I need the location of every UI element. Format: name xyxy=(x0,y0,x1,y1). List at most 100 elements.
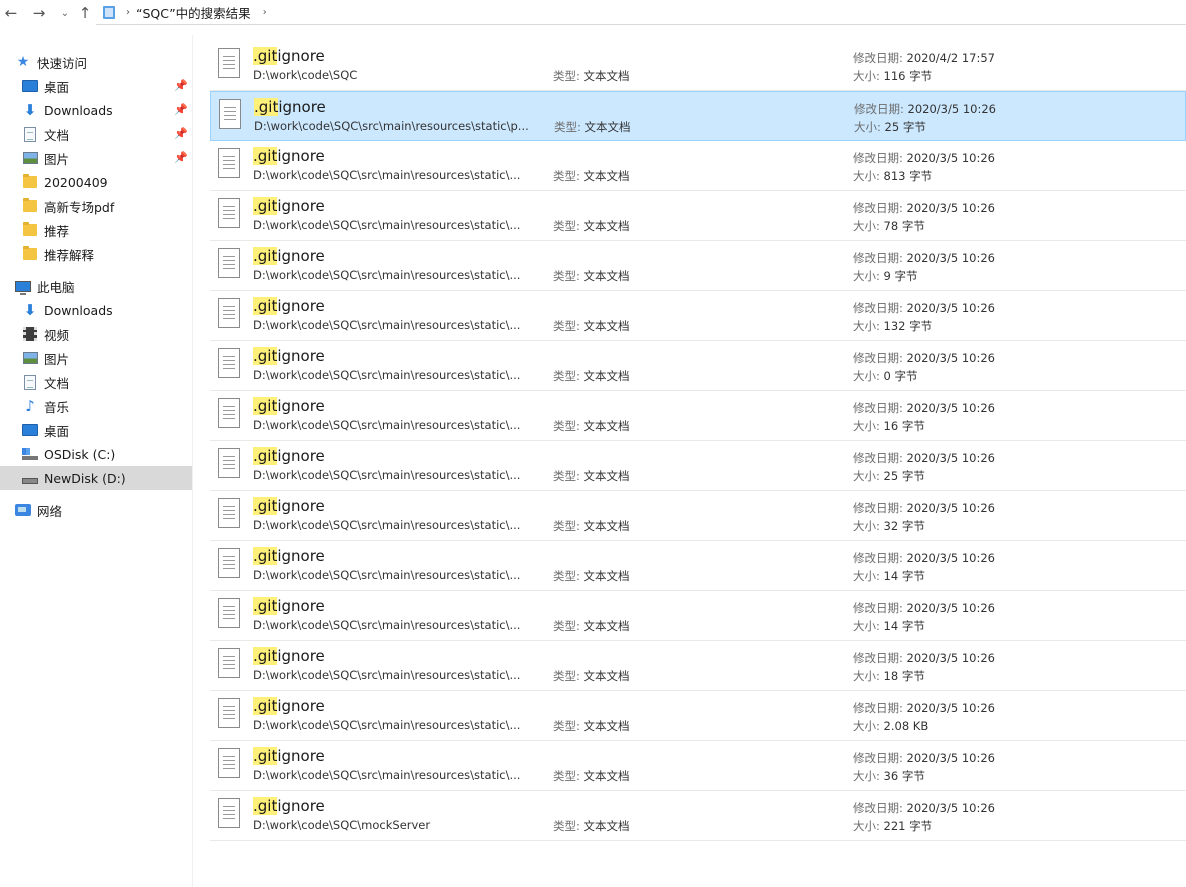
folder-icon xyxy=(23,198,37,212)
file-row[interactable]: .gitignore D:\work\code\SQC\src\main\reso… xyxy=(210,141,1186,191)
file-size: 大小: 9 字节 xyxy=(853,268,918,284)
date-key: 修改日期: xyxy=(853,701,903,715)
date-value: 2020/3/5 10:26 xyxy=(907,102,996,116)
forward-arrow-icon[interactable]: → xyxy=(30,4,48,22)
nav-documents[interactable]: 文档 xyxy=(0,370,192,394)
type-value: 文本文档 xyxy=(583,419,630,433)
file-name-rest: ignore xyxy=(277,297,325,315)
folder-icon xyxy=(22,198,38,214)
folder-icon xyxy=(22,174,38,190)
breadcrumb-location[interactable]: “SQC”中的搜索结果 xyxy=(136,3,251,22)
file-path: D:\work\code\SQC\src\main\resources\stat… xyxy=(253,368,521,382)
file-path: D:\work\code\SQC xyxy=(253,68,358,82)
windows-disk-icon xyxy=(22,448,38,460)
date-key: 修改日期: xyxy=(853,301,903,315)
nav-pictures[interactable]: 图片 xyxy=(0,346,192,370)
file-row[interactable]: .gitignore D:\work\code\SQC\src\main\reso… xyxy=(210,191,1186,241)
file-size: 大小: 2.08 KB xyxy=(853,718,928,734)
file-row[interactable]: .gitignore D:\work\code\SQC\src\main\reso… xyxy=(210,291,1186,341)
nav-network[interactable]: 网络 xyxy=(0,498,192,522)
file-name: .gitignore xyxy=(253,197,325,215)
file-row[interactable]: .gitignore D:\work\code\SQC\mockServer 类型:… xyxy=(210,791,1186,841)
nav-downloads-pinned[interactable]: ⬇ Downloads 📌 xyxy=(0,98,192,122)
file-type: 类型: 文本文档 xyxy=(553,618,630,634)
nav-downloads[interactable]: ⬇ Downloads xyxy=(0,298,192,322)
search-match-highlight: .git xyxy=(253,397,278,415)
type-key: 类型: xyxy=(553,219,580,233)
address-box[interactable]: › “SQC”中的搜索结果 › xyxy=(96,1,1186,25)
search-match-highlight: .git xyxy=(253,547,278,565)
nav-osdisk[interactable]: OSDisk (C:) xyxy=(0,442,192,466)
file-size: 大小: 25 字节 xyxy=(854,119,926,135)
file-size: 大小: 116 字节 xyxy=(853,68,932,84)
back-arrow-icon[interactable]: ← xyxy=(2,4,20,22)
date-key: 修改日期: xyxy=(853,251,903,265)
nav-documents-pinned[interactable]: 文档 📌 xyxy=(0,122,192,146)
nav-pictures-pinned[interactable]: 图片 📌 xyxy=(0,146,192,170)
breadcrumb-chevron-icon[interactable]: › xyxy=(126,7,130,18)
size-value: 116 字节 xyxy=(883,69,933,83)
type-key: 类型: xyxy=(553,319,580,333)
file-date: 修改日期: 2020/3/5 10:26 xyxy=(853,500,995,516)
type-value: 文本文档 xyxy=(583,619,630,633)
nav-folder-gaoxin[interactable]: 高新专场pdf xyxy=(0,194,192,218)
type-value: 文本文档 xyxy=(584,120,631,134)
folder-icon xyxy=(23,174,37,188)
nav-item-label: 音乐 xyxy=(44,399,70,415)
file-size: 大小: 16 字节 xyxy=(853,418,925,434)
size-value: 132 字节 xyxy=(883,319,933,333)
nav-quick-access[interactable]: ★ 快速访问 xyxy=(0,50,192,74)
file-row[interactable]: .gitignore D:\work\code\SQC\src\main\reso… xyxy=(210,341,1186,391)
date-key: 修改日期: xyxy=(853,201,903,215)
size-value: 813 字节 xyxy=(883,169,933,183)
type-key: 类型: xyxy=(553,719,580,733)
size-value: 16 字节 xyxy=(883,419,925,433)
file-path: D:\work\code\SQC\src\main\resources\stat… xyxy=(253,318,521,332)
picture-icon xyxy=(22,152,38,164)
file-row[interactable]: .gitignore D:\work\code\SQC\src\main\reso… xyxy=(210,91,1186,141)
size-key: 大小: xyxy=(853,169,880,183)
file-row[interactable]: .gitignore D:\work\code\SQC\src\main\reso… xyxy=(210,241,1186,291)
nav-item-label: 桌面 xyxy=(44,423,70,439)
file-row[interactable]: .gitignore D:\work\code\SQC\src\main\reso… xyxy=(210,541,1186,591)
text-document-icon xyxy=(218,798,240,828)
file-row[interactable]: .gitignore D:\work\code\SQC\src\main\reso… xyxy=(210,391,1186,441)
nav-folder-tuijian[interactable]: 推荐 xyxy=(0,218,192,242)
nav-folder-20200409[interactable]: 20200409 xyxy=(0,170,192,194)
file-path: D:\work\code\SQC\src\main\resources\stat… xyxy=(253,168,521,182)
nav-desktop[interactable]: 桌面 xyxy=(0,418,192,442)
file-date: 修改日期: 2020/3/5 10:26 xyxy=(853,700,995,716)
file-date: 修改日期: 2020/3/5 10:26 xyxy=(853,200,995,216)
file-row[interactable]: .gitignore D:\work\code\SQC\src\main\reso… xyxy=(210,641,1186,691)
video-icon xyxy=(22,326,38,342)
file-row[interactable]: .gitignore D:\work\code\SQC\src\main\reso… xyxy=(210,591,1186,641)
recent-locations-chevron-icon[interactable]: ⌄ xyxy=(56,4,74,22)
file-row[interactable]: .gitignore D:\work\code\SQC\src\main\reso… xyxy=(210,441,1186,491)
text-document-icon xyxy=(218,648,240,678)
nav-item-label: 文档 xyxy=(44,127,70,143)
up-arrow-icon[interactable]: ↑ xyxy=(76,4,94,22)
file-name-rest: ignore xyxy=(277,697,325,715)
nav-item-label: NewDisk (D:) xyxy=(44,470,126,486)
type-key: 类型: xyxy=(553,419,580,433)
file-name: .gitignore xyxy=(253,347,325,365)
file-row[interactable]: .gitignore D:\work\code\SQC\src\main\reso… xyxy=(210,691,1186,741)
file-type: 类型: 文本文档 xyxy=(553,368,630,384)
picture-icon xyxy=(22,350,38,366)
type-value: 文本文档 xyxy=(583,819,630,833)
file-row[interactable]: .gitignore D:\work\code\SQC\src\main\reso… xyxy=(210,491,1186,541)
computer-icon xyxy=(15,278,31,295)
file-path: D:\work\code\SQC\src\main\resources\stat… xyxy=(254,119,529,133)
nav-newdisk[interactable]: NewDisk (D:) xyxy=(0,466,192,490)
size-value: 14 字节 xyxy=(883,619,925,633)
file-row[interactable]: .gitignore D:\work\code\SQC\src\main\reso… xyxy=(210,741,1186,791)
nav-desktop-pinned[interactable]: 桌面 📌 xyxy=(0,74,192,98)
nav-this-pc[interactable]: 此电脑 xyxy=(0,274,192,298)
file-row[interactable]: .gitignore D:\work\code\SQC 类型: 文本文档 修改日期: … xyxy=(210,41,1186,91)
search-match-highlight: .git xyxy=(253,147,278,165)
nav-videos[interactable]: 视频 xyxy=(0,322,192,346)
nav-item-label: Downloads xyxy=(44,302,113,318)
nav-folder-tuijian-jieshi[interactable]: 推荐解释 xyxy=(0,242,192,266)
nav-music[interactable]: ♪ 音乐 xyxy=(0,394,192,418)
breadcrumb-chevron-icon[interactable]: › xyxy=(263,7,267,18)
